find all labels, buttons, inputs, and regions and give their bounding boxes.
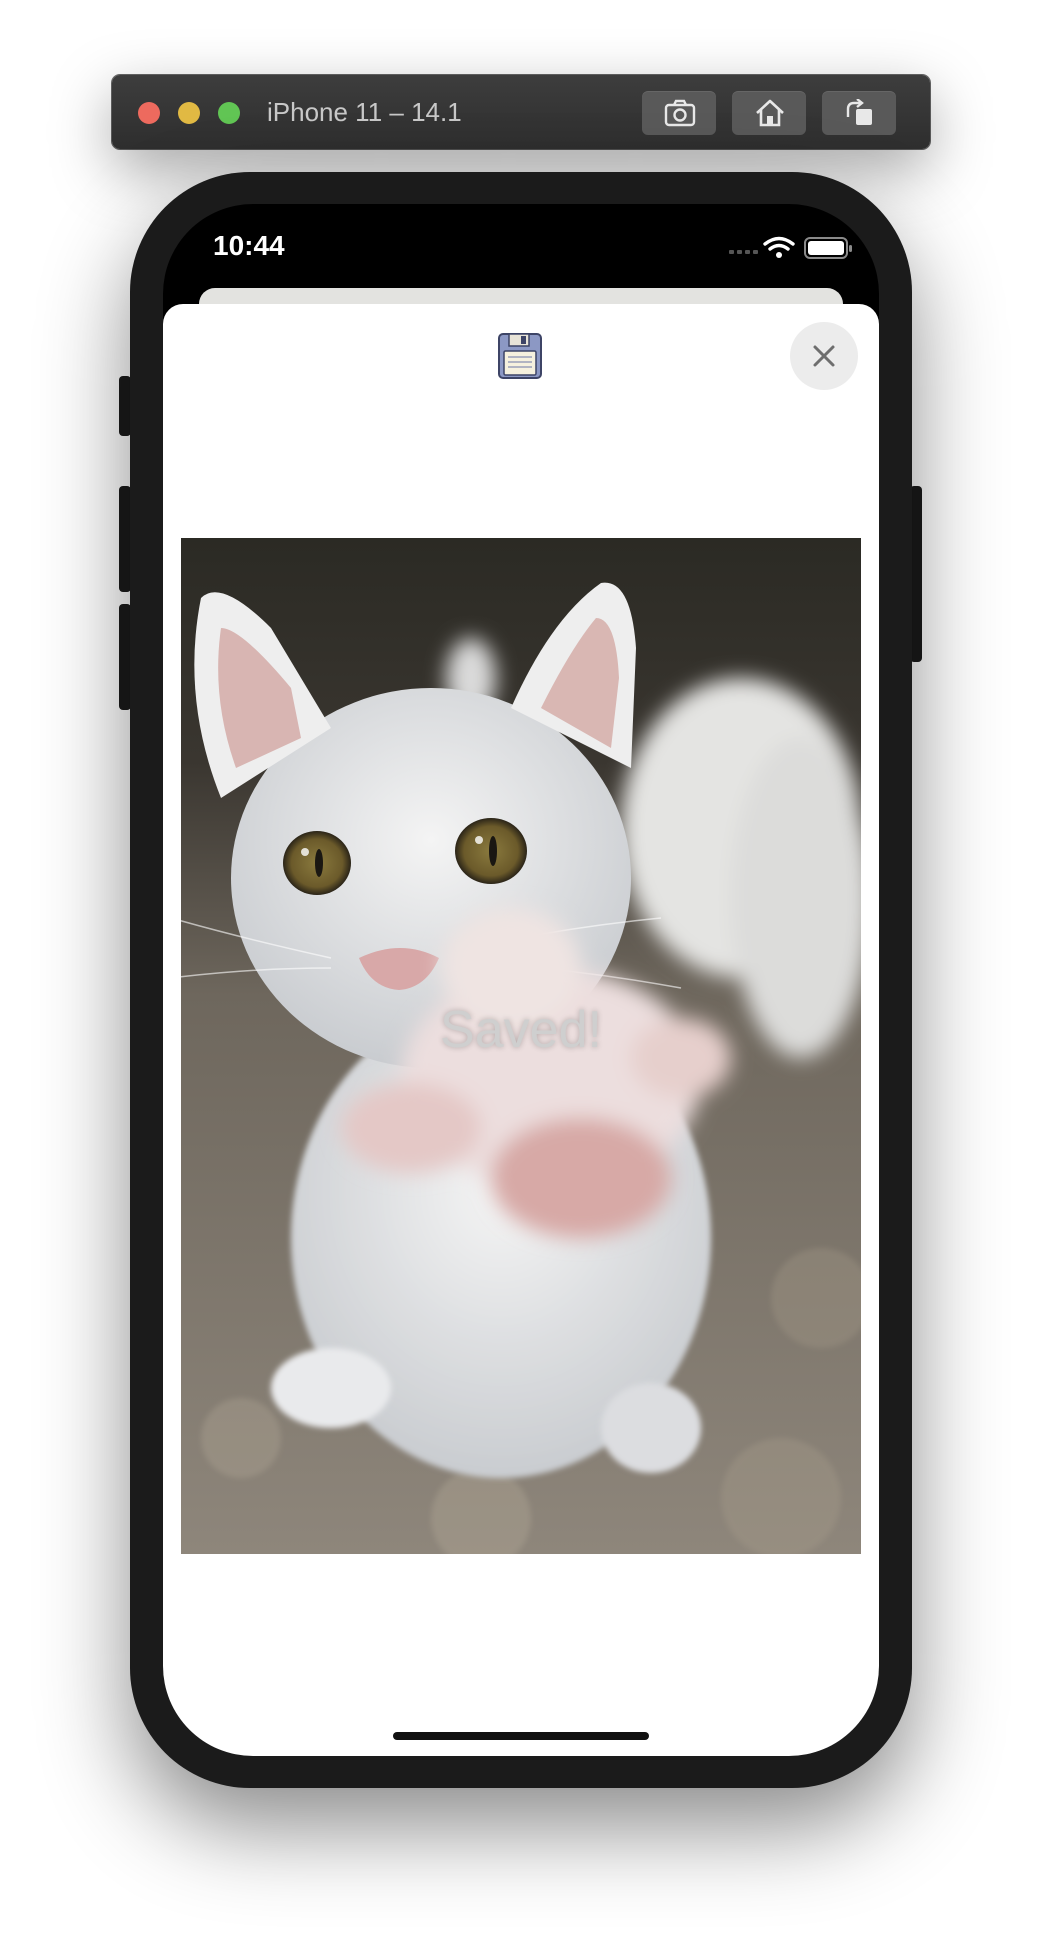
modal-sheet: Saved! [163, 304, 879, 1756]
phone-screen: 10:44 Saved! [163, 204, 879, 1756]
save-icon[interactable] [497, 332, 543, 380]
iphone-frame: 10:44 Saved! [130, 172, 912, 1788]
screenshot-button[interactable] [642, 91, 716, 135]
kitten-photo: Saved! [181, 538, 861, 1554]
window-title: iPhone 11 – 14.1 [267, 97, 462, 127]
status-time: 10:44 [213, 230, 285, 261]
status-icons [729, 236, 852, 259]
zoom-window-button[interactable] [218, 102, 240, 124]
cellular-signal-icon [729, 250, 758, 254]
close-icon [813, 345, 835, 367]
home-icon [756, 99, 784, 127]
home-indicator[interactable] [393, 1732, 649, 1740]
saved-overlay-text: Saved! [440, 1001, 602, 1059]
close-window-button[interactable] [138, 102, 160, 124]
minimize-window-button[interactable] [178, 102, 200, 124]
screenshot-icon [664, 99, 696, 127]
battery-icon [804, 237, 852, 259]
close-button[interactable] [790, 322, 858, 390]
rotate-icon [846, 99, 872, 125]
simulator-titlebar: iPhone 11 – 14.1 [112, 75, 930, 149]
desktop-background: iPhone 11 – 14.1 10:44 Saved! [0, 0, 1042, 1938]
notch [323, 204, 719, 262]
rotate-button[interactable] [822, 91, 896, 135]
wifi-icon [763, 236, 795, 258]
home-button[interactable] [732, 91, 806, 135]
